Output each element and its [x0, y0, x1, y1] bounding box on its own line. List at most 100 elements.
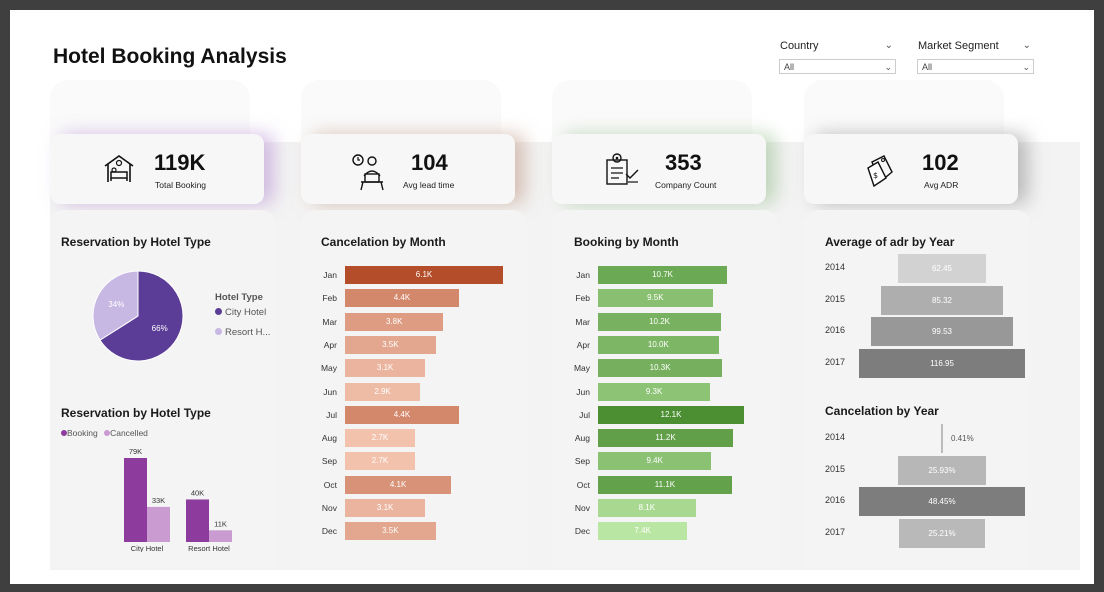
- kpi-value: 102: [922, 150, 959, 175]
- pie-legend-item[interactable]: City Hotel: [215, 307, 266, 318]
- bar[interactable]: 10.7K: [598, 266, 728, 284]
- country-filter-label: Country: [780, 40, 819, 52]
- month-label: Dec: [574, 526, 590, 537]
- funnel-bar[interactable]: 0.41%: [941, 424, 974, 453]
- funnel-bar[interactable]: 25.21%: [898, 518, 986, 548]
- bar[interactable]: 4.4K: [345, 405, 459, 424]
- bar-data-label: 40K: [191, 488, 204, 497]
- funnel-bar[interactable]: 62.45: [897, 254, 987, 283]
- year-label: 2017: [825, 356, 846, 367]
- hotel-type-column-chart[interactable]: 79K 33K City Hotel 40K 11K Resort Hotel: [100, 446, 240, 552]
- company-document-icon: [606, 153, 639, 185]
- market-segment-select-value: All: [922, 62, 933, 72]
- funnel-bar[interactable]: 85.32: [881, 285, 1003, 315]
- month-label: May: [573, 363, 590, 374]
- market-segment-select[interactable]: All ⌄: [917, 59, 1034, 74]
- bar[interactable]: 3.1K: [345, 359, 426, 378]
- year-label: 2017: [825, 526, 846, 537]
- month-label: Jan: [576, 270, 590, 280]
- adr-year-title: Average of adr by Year: [825, 235, 955, 249]
- month-label: Apr: [323, 339, 337, 350]
- svg-text:$: $: [873, 171, 878, 180]
- market-segment-filter[interactable]: Market Segment ⌄ All ⌄: [917, 38, 1034, 74]
- pie-legend-title: Hotel Type: [215, 292, 263, 303]
- cancelled-bar: [209, 530, 232, 542]
- hotel-type-pie-chart[interactable]: 66% 34%: [90, 268, 186, 364]
- month-label: Oct: [323, 479, 337, 490]
- country-filter[interactable]: Country ⌄ All ⌄: [779, 38, 896, 74]
- year-label: 2016: [825, 325, 846, 335]
- kpi-value: 353: [665, 150, 702, 175]
- legend-dot: [215, 328, 222, 335]
- month-label: Feb: [322, 293, 337, 304]
- funnel-bar[interactable]: 48.45%: [859, 487, 1025, 516]
- bar[interactable]: 3.1K: [345, 499, 426, 517]
- bar[interactable]: 9.5K: [598, 289, 713, 308]
- bar[interactable]: 8.1K: [598, 499, 696, 517]
- kpi-avg-adr: $ 102 Avg ADR: [804, 134, 1018, 204]
- month-label: Nov: [321, 503, 337, 513]
- bar[interactable]: 12.1K: [598, 405, 744, 424]
- pie-legend-label: Resort H...: [225, 327, 271, 338]
- chevron-down-icon[interactable]: ⌄: [1023, 40, 1031, 51]
- person-clock-icon: [352, 154, 384, 191]
- bar[interactable]: 10.3K: [598, 359, 723, 378]
- month-label: Mar: [575, 316, 590, 327]
- bar[interactable]: 3.8K: [345, 312, 444, 331]
- booking-bar: [186, 499, 209, 542]
- dashboard-canvas: Hotel Booking Analysis Country ⌄ All ⌄ Ma…: [10, 10, 1094, 584]
- chevron-down-icon[interactable]: ⌄: [884, 60, 892, 75]
- bar[interactable]: 7.4K: [598, 522, 688, 541]
- kpi-label: Avg lead time: [403, 180, 455, 190]
- month-label: Apr: [576, 339, 590, 350]
- bar[interactable]: 11.1K: [598, 475, 732, 494]
- bar[interactable]: 9.3K: [598, 382, 711, 401]
- month-label: Aug: [321, 433, 337, 444]
- month-label: Jul: [326, 409, 337, 420]
- funnel-bar[interactable]: 25.93%: [897, 455, 987, 485]
- bar[interactable]: 10.2K: [598, 312, 722, 331]
- hotel-bed-icon: [104, 155, 134, 182]
- bar[interactable]: 6.1K: [345, 266, 503, 284]
- month-label: May: [320, 363, 337, 374]
- bar[interactable]: 11.2K: [598, 429, 734, 448]
- pie-slice-label: 34%: [108, 300, 124, 309]
- cancelled-bar: [147, 506, 170, 542]
- month-label: Oct: [576, 479, 590, 490]
- pie-slice-label: 66%: [152, 324, 168, 333]
- chevron-down-icon[interactable]: ⌄: [1022, 60, 1030, 75]
- month-label: Jul: [579, 409, 590, 420]
- month-label: Nov: [574, 503, 590, 513]
- price-tag-icon: $: [867, 155, 893, 188]
- bar[interactable]: 3.5K: [345, 522, 436, 541]
- month-label: Jun: [323, 386, 337, 397]
- bar-data-label: 33K: [152, 496, 165, 505]
- kpi-value: 104: [411, 150, 448, 175]
- bar[interactable]: 2.9K: [345, 382, 421, 401]
- bar[interactable]: 4.4K: [345, 289, 459, 308]
- funnel-bar[interactable]: 116.95: [859, 348, 1025, 378]
- page-title: Hotel Booking Analysis: [53, 45, 287, 68]
- kpi-label: Total Booking: [155, 180, 207, 190]
- bar[interactable]: 2.7K: [345, 429, 415, 448]
- column-chart-title: Reservation by Hotel Type: [61, 406, 211, 420]
- bar-data-label: 11K: [214, 519, 227, 528]
- funnel-bar[interactable]: 99.53: [871, 317, 1013, 346]
- country-select[interactable]: All ⌄: [779, 59, 896, 74]
- bar[interactable]: 10.0K: [598, 335, 719, 354]
- category-label: City Hotel: [131, 544, 164, 552]
- month-label: Sep: [321, 456, 337, 467]
- pie-legend-item[interactable]: Resort H...: [215, 327, 270, 338]
- bar[interactable]: 4.1K: [345, 475, 452, 494]
- kpi-label: Avg ADR: [924, 180, 959, 190]
- market-segment-filter-label: Market Segment: [918, 40, 999, 52]
- year-label: 2015: [825, 463, 846, 474]
- month-label: Mar: [322, 316, 337, 327]
- kpi-total-booking: 119K Total Booking: [50, 134, 264, 204]
- bar[interactable]: 3.5K: [345, 335, 436, 354]
- month-label: Aug: [574, 433, 590, 444]
- kpi-company-count: 353 Company Count: [552, 134, 766, 204]
- chevron-down-icon[interactable]: ⌄: [885, 40, 893, 51]
- bar[interactable]: 9.4K: [598, 452, 712, 471]
- bar[interactable]: 2.7K: [345, 452, 415, 471]
